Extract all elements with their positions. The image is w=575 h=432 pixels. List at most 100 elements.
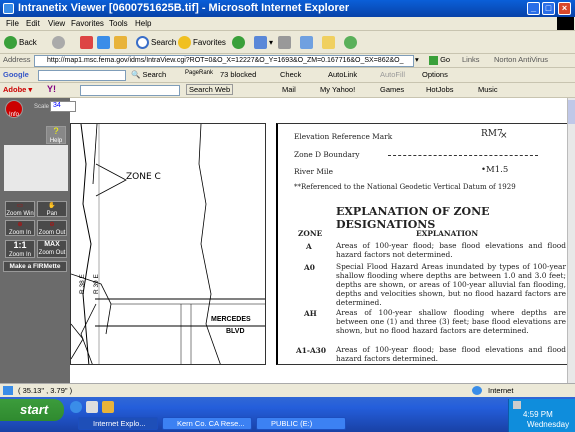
media-button[interactable] [232,35,247,50]
ie-quicklaunch-icon[interactable] [70,401,82,413]
note-icon [322,36,335,50]
menu-file[interactable]: File [6,19,19,28]
max-zoom-out-button[interactable]: MAX Zoom Out [37,240,67,258]
discuss-button[interactable] [322,35,337,50]
back-arrow-icon [4,36,17,50]
spell-check-button[interactable]: Check [280,70,301,79]
autofill-button[interactable]: AutoFill [380,70,405,79]
standard-toolbar: Back Search Favorites ▾ [0,31,575,54]
overview-map[interactable] [4,145,68,191]
task-kern-county[interactable]: Kern Co. CA Rese... [162,417,252,430]
music-button[interactable]: Music [478,85,498,94]
pan-button[interactable]: ✋ Pan [37,201,67,217]
my-yahoo-button[interactable]: My Yahoo! [320,85,355,94]
zone-code-a: A [306,242,312,251]
yahoo-toolbar: Adobe ▾ Y! Search Web Mail My Yahoo! Gam… [0,83,575,98]
window-title: Intranetix Viewer [0600751625B.tif] - Mi… [18,2,350,14]
scale-input[interactable]: 34 [50,101,76,112]
games-button[interactable]: Games [380,85,404,94]
back-button[interactable]: Back [4,35,37,50]
close-button[interactable]: × [558,2,571,15]
home-icon [114,36,127,50]
google-toolbar: Google 🔍 Search PageRank 73 blocked Chec… [0,68,575,83]
messenger-button[interactable] [344,35,359,50]
range-label-39: R 39 E [93,274,100,294]
page-status-icon [3,386,13,395]
title-bar: Intranetix Viewer [0600751625B.tif] - Mi… [0,0,575,17]
elevation-reference-label: Elevation Reference Mark [294,132,393,141]
go-button[interactable]: Go [429,55,450,65]
google-search-input[interactable] [38,70,126,81]
yahoo-mail-button[interactable]: Mail [282,85,296,94]
viewer-tool-panel: Info Scale 34 ? Help ▭ Zoom Win ✋ Pan ⊕ Zoom… [0,98,76,383]
google-logo[interactable]: Google [3,70,29,79]
taskbar: start Internet Explo... Kern Co. CA Rese… [0,397,575,432]
google-search-button[interactable]: 🔍 Search [131,70,166,79]
refresh-button[interactable] [97,35,112,50]
info-button[interactable]: Info [5,100,23,118]
map-view[interactable]: ZONE C R 38 E R 39 E MERCEDES BLVD [70,123,266,365]
edit-button[interactable] [300,35,315,50]
search-web-button[interactable]: Search Web [186,84,234,95]
yahoo-logo[interactable]: Y! [47,84,56,94]
col-zone-header: ZONE [298,229,323,238]
menu-help[interactable]: Help [135,19,151,28]
forward-arrow-icon [52,36,65,50]
hand-icon: ✋ [48,203,56,209]
zone-desc-ah: Areas of 100-year shallow flooding where… [336,308,566,335]
make-firmette-button[interactable]: Make a FIRMette [3,261,67,272]
security-zone-label: Internet [488,386,514,395]
adobe-button[interactable]: Adobe ▾ [3,85,32,94]
start-button[interactable]: start [0,399,64,421]
home-button[interactable] [114,35,129,50]
zone-desc-a: Areas of 100-year flood; base flood elev… [336,241,566,259]
menu-edit[interactable]: Edit [26,19,40,28]
address-bar: Address http://map1.msc.fema.gov/idms/In… [0,54,575,68]
folder-quicklaunch-icon[interactable] [102,401,114,413]
zoom-in-button[interactable]: ⊕ Zoom In [5,220,35,236]
stop-button[interactable] [80,35,95,50]
speaker-icon[interactable] [513,401,521,409]
system-tray: 4:59 PM Wednesday [508,399,575,432]
hotjobs-button[interactable]: HotJobs [426,85,454,94]
print-button[interactable] [278,35,293,50]
help-button[interactable]: ? Help [46,126,66,144]
yahoo-search-input[interactable] [80,85,180,96]
norton-antivirus[interactable]: Norton AntiVirus [494,55,548,64]
mail-button[interactable]: ▾ [254,35,273,50]
options-button[interactable]: Options [422,70,448,79]
task-public-drive[interactable]: PUBLIC (E:) [256,417,346,430]
legend-heading: EXPLANATION OF ZONE DESIGNATIONS [336,205,490,231]
desktop-quicklaunch-icon[interactable] [86,401,98,413]
zone-desc-a0: Special Flood Hazard Areas inundated by … [336,262,566,307]
favorites-button[interactable]: Favorites [178,35,226,50]
search-button[interactable]: Search [136,35,176,50]
clock-day: Wednesday [527,420,570,429]
links-label[interactable]: Links [462,55,480,64]
maximize-button[interactable]: □ [542,2,555,15]
search-icon [136,36,149,50]
one-to-one-button[interactable]: 1:1 Zoom In [5,240,35,258]
zoom-window-button[interactable]: ▭ Zoom Win [5,201,35,217]
menu-tools[interactable]: Tools [109,19,128,28]
scrollbar-thumb[interactable] [568,100,575,124]
minimize-button[interactable]: _ [527,2,540,15]
menu-favorites[interactable]: Favorites [71,19,104,28]
forward-button[interactable] [52,35,67,50]
vertical-scrollbar[interactable] [567,98,575,383]
ie-app-icon [3,3,14,14]
zone-code-a0: A0 [304,263,315,272]
task-internet-explorer[interactable]: Internet Explo... [78,417,158,430]
range-label-38: R 38 E [79,274,86,294]
menu-view[interactable]: View [48,19,65,28]
star-icon [178,36,191,50]
clock-time[interactable]: 4:59 PM [523,410,553,419]
menu-bar: File Edit View Favorites Tools Help [0,17,575,31]
popup-blocker[interactable]: 73 blocked [220,70,256,79]
address-input[interactable]: http://map1.msc.fema.gov/idms/IntraView.… [34,55,414,67]
go-arrow-icon [429,55,438,65]
dropdown-icon[interactable]: ▾ [415,55,419,64]
zoom-out-button[interactable]: ⊖ Zoom Out [37,220,67,236]
autolink-button[interactable]: AutoLink [328,70,357,79]
zoom-out-icon: ⊖ [49,222,55,228]
